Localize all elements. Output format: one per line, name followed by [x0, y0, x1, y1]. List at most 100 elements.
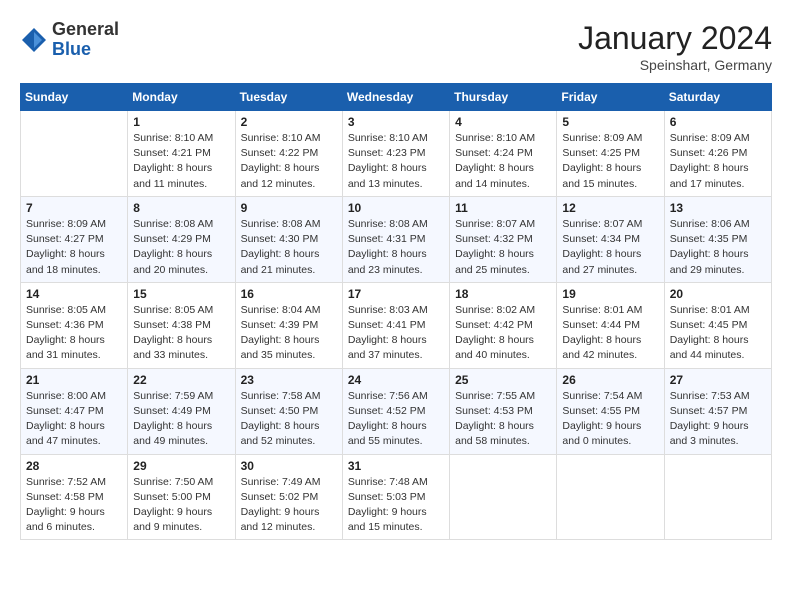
day-info: Sunrise: 8:03 AMSunset: 4:41 PMDaylight:… [348, 303, 444, 364]
day-info: Sunrise: 8:01 AMSunset: 4:45 PMDaylight:… [670, 303, 766, 364]
day-number: 8 [133, 201, 229, 215]
calendar-week-row: 1 Sunrise: 8:10 AMSunset: 4:21 PMDaylight… [21, 111, 772, 197]
day-number: 20 [670, 287, 766, 301]
table-row: 16 Sunrise: 8:04 AMSunset: 4:39 PMDayligh… [235, 282, 342, 368]
day-number: 12 [562, 201, 658, 215]
day-info: Sunrise: 8:09 AMSunset: 4:27 PMDaylight:… [26, 217, 122, 278]
table-row: 2 Sunrise: 8:10 AMSunset: 4:22 PMDaylight… [235, 111, 342, 197]
logo-icon [20, 26, 48, 54]
day-number: 16 [241, 287, 337, 301]
day-number: 11 [455, 201, 551, 215]
header-sunday: Sunday [21, 84, 128, 111]
day-number: 2 [241, 115, 337, 129]
calendar-table: Sunday Monday Tuesday Wednesday Thursday… [20, 83, 772, 540]
day-info: Sunrise: 8:07 AMSunset: 4:32 PMDaylight:… [455, 217, 551, 278]
day-info: Sunrise: 8:09 AMSunset: 4:26 PMDaylight:… [670, 131, 766, 192]
day-number: 21 [26, 373, 122, 387]
table-row: 10 Sunrise: 8:08 AMSunset: 4:31 PMDayligh… [342, 196, 449, 282]
table-row: 30 Sunrise: 7:49 AMSunset: 5:02 PMDayligh… [235, 454, 342, 540]
table-row: 19Sunrise: 8:01 AMSunset: 4:44 PMDayligh… [557, 282, 664, 368]
day-info: Sunrise: 8:10 AMSunset: 4:21 PMDaylight:… [133, 131, 229, 192]
day-number: 14 [26, 287, 122, 301]
day-number: 13 [670, 201, 766, 215]
day-info: Sunrise: 8:10 AMSunset: 4:23 PMDaylight:… [348, 131, 444, 192]
weekday-header-row: Sunday Monday Tuesday Wednesday Thursday… [21, 84, 772, 111]
day-number: 4 [455, 115, 551, 129]
table-row: 8 Sunrise: 8:08 AMSunset: 4:29 PMDaylight… [128, 196, 235, 282]
day-info: Sunrise: 8:06 AMSunset: 4:35 PMDaylight:… [670, 217, 766, 278]
table-row: 1 Sunrise: 8:10 AMSunset: 4:21 PMDaylight… [128, 111, 235, 197]
day-info: Sunrise: 8:04 AMSunset: 4:39 PMDaylight:… [241, 303, 337, 364]
table-row: 28 Sunrise: 7:52 AMSunset: 4:58 PMDayligh… [21, 454, 128, 540]
day-info: Sunrise: 8:02 AMSunset: 4:42 PMDaylight:… [455, 303, 551, 364]
day-number: 26 [562, 373, 658, 387]
table-row [557, 454, 664, 540]
table-row: 25Sunrise: 7:55 AMSunset: 4:53 PMDayligh… [450, 368, 557, 454]
table-row: 22 Sunrise: 7:59 AMSunset: 4:49 PMDayligh… [128, 368, 235, 454]
table-row: 23Sunrise: 7:58 AMSunset: 4:50 PMDayligh… [235, 368, 342, 454]
day-number: 30 [241, 459, 337, 473]
day-number: 27 [670, 373, 766, 387]
calendar-week-row: 14Sunrise: 8:05 AMSunset: 4:36 PMDayligh… [21, 282, 772, 368]
header-wednesday: Wednesday [342, 84, 449, 111]
header-tuesday: Tuesday [235, 84, 342, 111]
logo-general-text: General [52, 19, 119, 39]
day-info: Sunrise: 7:58 AMSunset: 4:50 PMDaylight:… [241, 389, 337, 450]
day-info: Sunrise: 7:53 AMSunset: 4:57 PMDaylight:… [670, 389, 766, 450]
table-row: 29 Sunrise: 7:50 AMSunset: 5:00 PMDayligh… [128, 454, 235, 540]
day-info: Sunrise: 8:00 AMSunset: 4:47 PMDaylight:… [26, 389, 122, 450]
day-number: 19 [562, 287, 658, 301]
day-number: 10 [348, 201, 444, 215]
day-info: Sunrise: 8:05 AMSunset: 4:38 PMDaylight:… [133, 303, 229, 364]
day-info: Sunrise: 8:08 AMSunset: 4:31 PMDaylight:… [348, 217, 444, 278]
day-info: Sunrise: 7:56 AMSunset: 4:52 PMDaylight:… [348, 389, 444, 450]
day-info: Sunrise: 7:50 AMSunset: 5:00 PMDaylight:… [133, 475, 229, 536]
month-year-title: January 2024 [578, 20, 772, 57]
calendar-week-row: 21 Sunrise: 8:00 AMSunset: 4:47 PMDayligh… [21, 368, 772, 454]
table-row: 17 Sunrise: 8:03 AMSunset: 4:41 PMDayligh… [342, 282, 449, 368]
logo: General Blue [20, 20, 119, 60]
header-friday: Friday [557, 84, 664, 111]
day-info: Sunrise: 7:52 AMSunset: 4:58 PMDaylight:… [26, 475, 122, 536]
table-row: 7Sunrise: 8:09 AMSunset: 4:27 PMDaylight… [21, 196, 128, 282]
day-number: 17 [348, 287, 444, 301]
page-header: General Blue January 2024 Speinshart, Ge… [20, 20, 772, 73]
day-info: Sunrise: 7:48 AMSunset: 5:03 PMDaylight:… [348, 475, 444, 536]
table-row: 24Sunrise: 7:56 AMSunset: 4:52 PMDayligh… [342, 368, 449, 454]
table-row: 3 Sunrise: 8:10 AMSunset: 4:23 PMDaylight… [342, 111, 449, 197]
table-row: 26 Sunrise: 7:54 AMSunset: 4:55 PMDayligh… [557, 368, 664, 454]
day-info: Sunrise: 7:59 AMSunset: 4:49 PMDaylight:… [133, 389, 229, 450]
table-row: 31Sunrise: 7:48 AMSunset: 5:03 PMDayligh… [342, 454, 449, 540]
day-number: 22 [133, 373, 229, 387]
day-number: 1 [133, 115, 229, 129]
calendar-week-row: 7Sunrise: 8:09 AMSunset: 4:27 PMDaylight… [21, 196, 772, 282]
day-number: 5 [562, 115, 658, 129]
day-info: Sunrise: 8:10 AMSunset: 4:22 PMDaylight:… [241, 131, 337, 192]
day-info: Sunrise: 8:09 AMSunset: 4:25 PMDaylight:… [562, 131, 658, 192]
day-number: 9 [241, 201, 337, 215]
day-number: 15 [133, 287, 229, 301]
table-row: 27 Sunrise: 7:53 AMSunset: 4:57 PMDayligh… [664, 368, 771, 454]
table-row: 9Sunrise: 8:08 AMSunset: 4:30 PMDaylight… [235, 196, 342, 282]
table-row: 11 Sunrise: 8:07 AMSunset: 4:32 PMDayligh… [450, 196, 557, 282]
table-row [450, 454, 557, 540]
day-info: Sunrise: 8:08 AMSunset: 4:29 PMDaylight:… [133, 217, 229, 278]
table-row: 18 Sunrise: 8:02 AMSunset: 4:42 PMDayligh… [450, 282, 557, 368]
table-row: 14Sunrise: 8:05 AMSunset: 4:36 PMDayligh… [21, 282, 128, 368]
table-row: 15 Sunrise: 8:05 AMSunset: 4:38 PMDayligh… [128, 282, 235, 368]
day-number: 3 [348, 115, 444, 129]
table-row: 20 Sunrise: 8:01 AMSunset: 4:45 PMDayligh… [664, 282, 771, 368]
day-number: 6 [670, 115, 766, 129]
table-row: 12Sunrise: 8:07 AMSunset: 4:34 PMDayligh… [557, 196, 664, 282]
day-info: Sunrise: 7:54 AMSunset: 4:55 PMDaylight:… [562, 389, 658, 450]
header-monday: Monday [128, 84, 235, 111]
day-info: Sunrise: 8:10 AMSunset: 4:24 PMDaylight:… [455, 131, 551, 192]
title-block: January 2024 Speinshart, Germany [578, 20, 772, 73]
day-number: 18 [455, 287, 551, 301]
table-row: 4 Sunrise: 8:10 AMSunset: 4:24 PMDaylight… [450, 111, 557, 197]
day-number: 25 [455, 373, 551, 387]
day-number: 29 [133, 459, 229, 473]
table-row: 21 Sunrise: 8:00 AMSunset: 4:47 PMDayligh… [21, 368, 128, 454]
day-info: Sunrise: 7:49 AMSunset: 5:02 PMDaylight:… [241, 475, 337, 536]
day-number: 28 [26, 459, 122, 473]
